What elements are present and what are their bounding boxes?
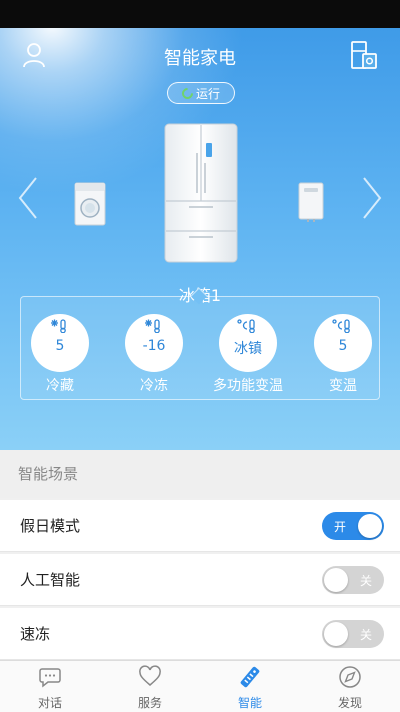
tab-label: 发现: [337, 696, 362, 710]
status-badge: 运行: [167, 82, 235, 104]
toggle-knob: [324, 622, 348, 646]
page-title: 智能家电: [164, 48, 236, 69]
zone-label: 冷冻: [140, 378, 168, 394]
zone-variable[interactable]: 5 变温: [297, 314, 389, 395]
setting-row-quick-freeze: 速冻 关: [0, 608, 400, 660]
status-bar: [0, 0, 400, 28]
zone-label: 变温: [329, 378, 357, 394]
remote-icon: [240, 666, 260, 688]
celsius-thermometer-icon: [219, 319, 277, 333]
device-manage-icon[interactable]: [350, 40, 378, 70]
snowflake-thermometer-icon: [31, 319, 89, 333]
heart-icon: [139, 665, 161, 686]
chevron-left-icon[interactable]: [16, 176, 40, 220]
zone-temp-value: 冰镇: [234, 341, 262, 357]
toggle-knob: [358, 514, 382, 538]
tab-label: 对话: [37, 696, 62, 710]
zone-circle[interactable]: 5: [314, 314, 372, 372]
zone-circle[interactable]: 冰镇: [219, 314, 277, 372]
zone-circle[interactable]: 5: [31, 314, 89, 372]
quick-freeze-toggle[interactable]: 关: [322, 620, 384, 648]
tab-label: 服务: [137, 696, 162, 710]
toggle-knob: [324, 568, 348, 592]
ai-toggle[interactable]: 关: [322, 566, 384, 594]
section-title: 智能场景: [0, 450, 400, 498]
washer-appliance-icon[interactable]: [74, 182, 106, 226]
zone-temp-value: 5: [338, 338, 348, 354]
status-text: 运行: [195, 86, 220, 101]
zone-temp-value: 5: [55, 338, 65, 354]
tab-discover[interactable]: 发现: [300, 661, 400, 712]
water-heater-appliance-icon[interactable]: [298, 182, 324, 222]
celsius-thermometer-icon: [314, 319, 372, 333]
zone-fridge[interactable]: 5 冷藏: [14, 314, 106, 395]
zone-temp-value: -16: [142, 338, 166, 354]
toggle-state: 关: [359, 574, 372, 588]
tab-service[interactable]: 服务: [100, 661, 200, 712]
holiday-mode-toggle[interactable]: 开: [322, 512, 384, 540]
setting-label: 人工智能: [20, 571, 81, 589]
setting-row-ai: 人工智能 关: [0, 554, 400, 606]
zone-label: 多功能变温: [213, 378, 283, 394]
zone-multifunction[interactable]: 冰镇 多功能变温: [202, 314, 294, 395]
fridge-appliance-icon[interactable]: [164, 123, 238, 263]
zone-label: 冷藏: [46, 378, 74, 394]
toggle-state: 开: [334, 520, 347, 534]
zone-freezer[interactable]: -16 冷冻: [108, 314, 200, 395]
zone-circle[interactable]: -16: [125, 314, 183, 372]
chat-icon: [39, 668, 61, 688]
bottom-tab-bar: 对话 服务 智能 发现: [0, 660, 400, 712]
setting-label: 速冻: [20, 625, 51, 643]
tab-chat[interactable]: 对话: [0, 661, 100, 712]
running-icon: [179, 85, 196, 101]
toggle-state: 关: [359, 628, 372, 642]
setting-label: 假日模式: [20, 517, 81, 535]
setting-row-holiday: 假日模式 开: [0, 500, 400, 552]
compass-icon: [339, 666, 361, 688]
snowflake-thermometer-icon: [125, 319, 183, 333]
tab-smart[interactable]: 智能: [200, 661, 300, 712]
tab-label: 智能: [237, 696, 262, 710]
chevron-right-icon[interactable]: [360, 176, 384, 220]
